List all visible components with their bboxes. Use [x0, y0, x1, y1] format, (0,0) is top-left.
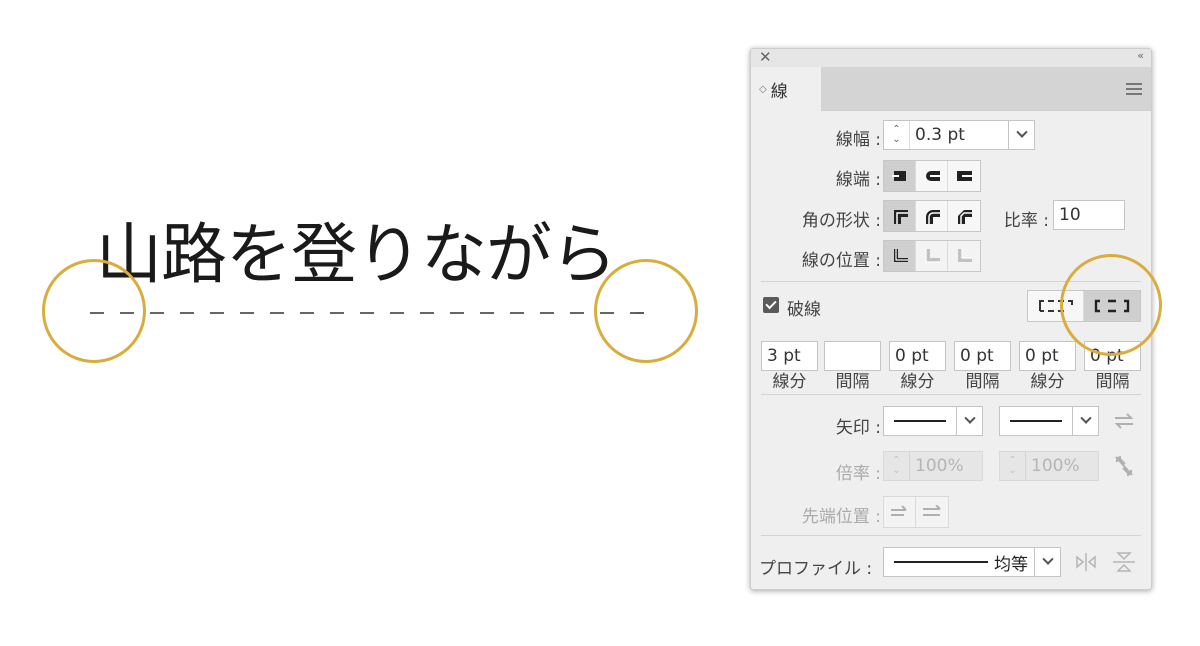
round-join-icon	[925, 210, 940, 224]
collapse-panel-icon[interactable]: ‹‹	[1137, 49, 1144, 62]
projecting-cap-button[interactable]	[948, 161, 980, 191]
artwork-canvas: 山路を登りながら	[0, 0, 740, 646]
extend-arrow-icon	[890, 505, 907, 516]
miter-limit-label: 比率 :	[1003, 211, 1049, 231]
miter-limit-value[interactable]: 10	[1054, 205, 1124, 225]
chevron-down-icon	[1041, 553, 1054, 565]
scale-stepper-icon[interactable]: ⌃ ⌄	[1000, 452, 1026, 480]
dashed-line-label: 破線	[787, 300, 821, 320]
updown-icon: ◇	[759, 83, 767, 95]
divider	[761, 394, 1141, 395]
end-arrowhead-dropdown[interactable]	[1072, 407, 1098, 435]
dash-align-button-group	[1027, 290, 1141, 322]
miter-join-button[interactable]	[884, 201, 916, 231]
profile-dropdown-button[interactable]	[1034, 548, 1060, 576]
tab-stroke[interactable]: ◇ 線	[751, 67, 821, 111]
gap-1-caption: 間隔	[835, 372, 870, 392]
miter-limit-field[interactable]: 10	[1053, 200, 1125, 230]
arrowhead-none-preview	[894, 420, 946, 422]
panel-menu-icon[interactable]	[1126, 83, 1142, 95]
divider	[761, 535, 1141, 536]
corner-label: 角の形状 :	[801, 211, 881, 231]
bevel-join-icon	[958, 210, 972, 224]
tab-stroke-label: 線	[770, 81, 788, 102]
end-scale-field[interactable]: ⌃ ⌄ 100%	[999, 451, 1099, 481]
flip-along-icon[interactable]	[1075, 553, 1097, 571]
dash-2-caption: 線分	[900, 372, 935, 392]
align-dash-to-corners-icon	[1094, 299, 1130, 313]
scale-label: 倍率 :	[835, 464, 881, 484]
profile-select[interactable]: 均等	[883, 547, 1061, 577]
butt-cap-icon	[891, 171, 906, 181]
align-outside-icon	[958, 249, 972, 262]
align-dash-to-corners-button[interactable]	[1084, 291, 1140, 321]
divider	[761, 281, 1141, 282]
chevron-down-icon	[963, 412, 976, 424]
corner-button-group	[883, 200, 981, 232]
place-arrow-icon	[923, 505, 941, 516]
stroke-weight-field[interactable]: ⌃ ⌄ 0.3 pt	[883, 120, 1035, 150]
align-inside-button[interactable]	[916, 241, 948, 271]
chevron-down-icon	[1015, 126, 1028, 138]
align-outside-button[interactable]	[948, 241, 980, 271]
align-arrows-label: 先端位置 :	[801, 507, 881, 527]
stroke-panel: ✕ ‹‹ ◇ 線 線幅 : ⌃ ⌄ 0.3 pt 線端 : 角の形状 : 比率 …	[750, 48, 1152, 590]
cap-label: 線端 :	[835, 170, 881, 190]
start-scale-field[interactable]: ⌃ ⌄ 100%	[883, 451, 983, 481]
extend-arrow-button[interactable]	[884, 497, 916, 527]
start-arrowhead-select[interactable]	[883, 406, 983, 436]
end-arrowhead-select[interactable]	[999, 406, 1099, 436]
dash-1-caption: 線分	[772, 372, 807, 392]
dashed-stroke-line[interactable]	[90, 306, 650, 320]
bevel-join-button[interactable]	[948, 201, 980, 231]
miter-join-icon	[893, 210, 908, 224]
align-inside-icon	[924, 249, 940, 263]
stroke-weight-value[interactable]: 0.3 pt	[910, 125, 1008, 145]
chevron-down-icon	[1079, 412, 1092, 424]
align-label: 線の位置 :	[801, 251, 881, 271]
profile-line-preview	[894, 561, 988, 563]
weight-dropdown-button[interactable]	[1008, 121, 1034, 149]
profile-label: プロファイル :	[759, 559, 873, 579]
sample-text[interactable]: 山路を登りながら	[96, 222, 617, 288]
round-cap-button[interactable]	[916, 161, 948, 191]
flip-across-icon[interactable]	[1113, 551, 1135, 573]
arrowheads-label: 矢印 :	[835, 418, 881, 438]
scale-stepper-icon[interactable]: ⌃ ⌄	[884, 452, 910, 480]
preserve-dash-icon	[1038, 300, 1073, 312]
start-scale-value[interactable]: 100%	[910, 456, 982, 476]
projecting-cap-icon	[957, 171, 972, 181]
panel-tabbar: ◇ 線	[751, 67, 1151, 111]
swap-arrowheads-icon[interactable]	[1113, 412, 1135, 430]
preserve-dash-button[interactable]	[1028, 291, 1084, 321]
align-center-icon	[893, 249, 908, 262]
close-icon[interactable]: ✕	[759, 48, 772, 66]
weight-stepper-icon[interactable]: ⌃ ⌄	[884, 121, 910, 149]
profile-value: 均等	[994, 554, 1028, 575]
start-arrowhead-dropdown[interactable]	[956, 407, 982, 435]
align-button-group	[883, 240, 981, 272]
align-arrows-button-group	[883, 496, 949, 528]
butt-cap-button[interactable]	[884, 161, 916, 191]
dash-3-caption: 線分	[1030, 372, 1065, 392]
arrowhead-none-preview	[1010, 420, 1062, 422]
cap-button-group	[883, 160, 981, 192]
round-cap-icon	[925, 171, 940, 181]
dashed-line-checkbox[interactable]	[763, 297, 779, 313]
end-scale-value[interactable]: 100%	[1026, 456, 1098, 476]
panel-titlebar: ✕ ‹‹	[751, 48, 1151, 67]
place-arrow-at-end-button[interactable]	[916, 497, 948, 527]
round-join-button[interactable]	[916, 201, 948, 231]
link-scale-icon[interactable]	[1113, 454, 1135, 478]
align-center-button[interactable]	[884, 241, 916, 271]
gap-3-caption: 間隔	[1095, 372, 1130, 392]
weight-label: 線幅 :	[835, 130, 881, 150]
gap-2-caption: 間隔	[965, 372, 1000, 392]
